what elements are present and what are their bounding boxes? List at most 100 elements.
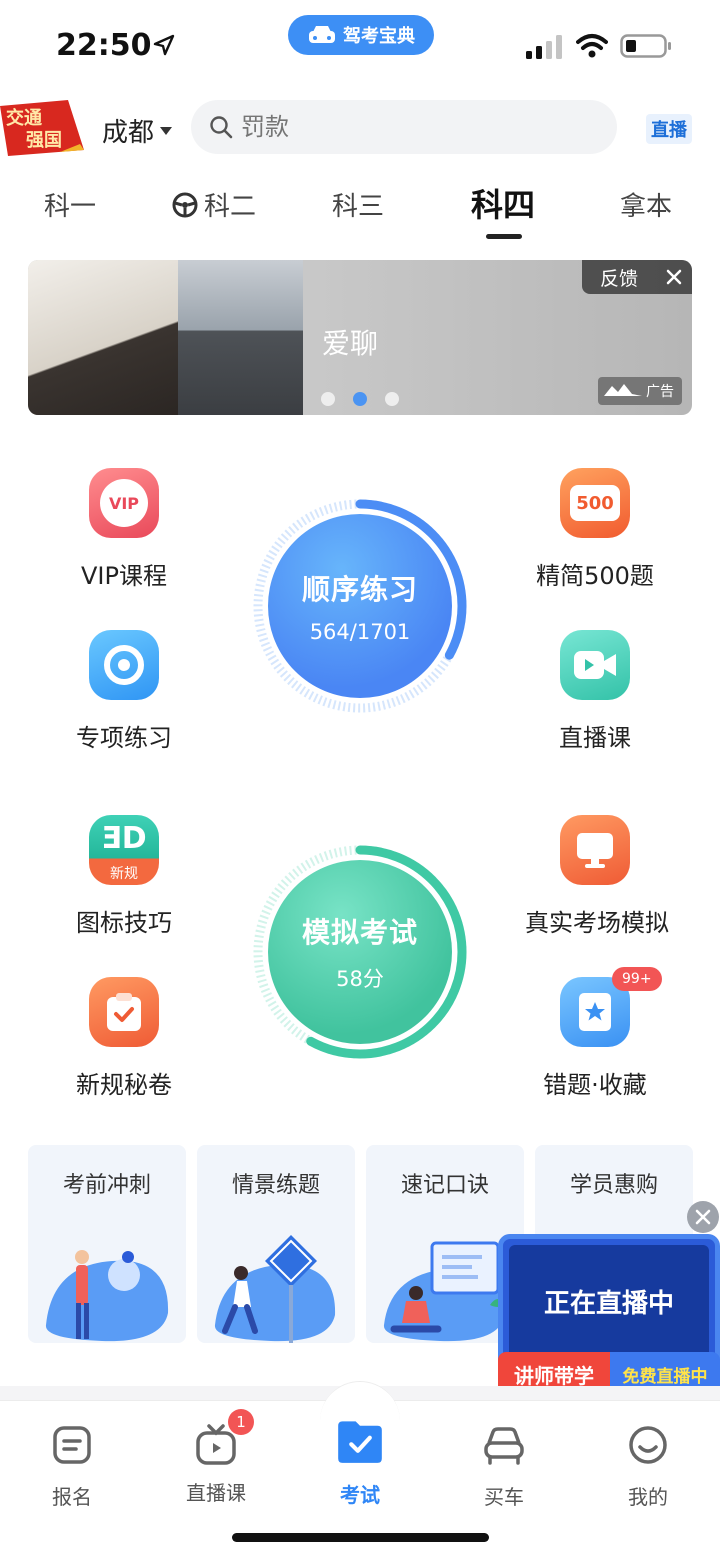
exam-core: 模拟考试 58分 xyxy=(268,860,452,1044)
city-selector[interactable]: 成都 xyxy=(102,112,173,149)
nav-label: 直播课 xyxy=(186,1481,246,1505)
nav-item-mine[interactable]: 我的 xyxy=(588,1423,708,1510)
scenario-practice-tile[interactable]: 情景练题 xyxy=(197,1145,355,1343)
car-icon xyxy=(309,26,335,43)
search-icon xyxy=(210,116,233,139)
target-icon xyxy=(89,630,159,700)
nav-label: 报名 xyxy=(52,1485,92,1509)
tab-label: 科三 xyxy=(332,192,385,222)
live-float-close-button[interactable] xyxy=(687,1201,719,1233)
status-bar: 22:50 驾考宝典 xyxy=(0,0,720,90)
practice-core: 顺序练习 564/1701 xyxy=(268,514,452,698)
wifi-icon xyxy=(576,34,608,58)
note-icon xyxy=(53,1426,91,1464)
nav-label: 考试 xyxy=(340,1483,380,1507)
tab-label: 拿本 xyxy=(620,192,673,222)
car-icon xyxy=(484,1427,524,1465)
sign-tips-icon: ƎD 新规 xyxy=(89,815,159,885)
pedestrian-sign-illustration-icon xyxy=(214,1235,336,1343)
feature-label: 新规秘卷 xyxy=(76,1071,172,1099)
pager-dot[interactable] xyxy=(385,392,399,406)
city-label: 成都 xyxy=(102,118,155,148)
mistakes-favorites-entry[interactable]: 99+ 错题·收藏 xyxy=(525,967,665,1100)
ad-network-icon xyxy=(604,384,642,396)
real-exam-sim-entry[interactable]: 真实考场模拟 xyxy=(525,815,669,938)
search-bar[interactable] xyxy=(191,100,617,154)
search-input[interactable] xyxy=(241,113,581,141)
nav-item-exam[interactable]: 考试 xyxy=(300,1421,420,1508)
live-float-widget[interactable]: 正在直播中 讲师带学 免费直播中 xyxy=(498,1234,720,1396)
pre-exam-sprint-tile[interactable]: 考前冲刺 xyxy=(28,1145,186,1343)
tab-label: 科二 xyxy=(204,192,257,222)
banner-feedback-button[interactable]: 反馈 xyxy=(582,260,692,294)
exam-title: 模拟考试 xyxy=(301,916,418,949)
exam-score-text: 58分 xyxy=(336,967,384,991)
monitor-icon xyxy=(560,815,630,885)
tile-title: 情景练题 xyxy=(231,1173,320,1198)
smile-icon xyxy=(629,1426,667,1464)
home-indicator[interactable] xyxy=(232,1533,489,1542)
live-count-badge: 1 xyxy=(228,1409,254,1435)
app-back-pill[interactable]: 驾考宝典 xyxy=(288,15,434,55)
sign-tips-entry[interactable]: ƎD 新规 图标技巧 xyxy=(54,815,194,938)
feedback-label: 反馈 xyxy=(600,267,639,290)
practice-title: 顺序练习 xyxy=(301,573,418,606)
tab-subject-2[interactable]: 科二 xyxy=(172,186,256,223)
live-entry-button[interactable]: 直播 xyxy=(646,114,692,144)
feature-label: 错题·收藏 xyxy=(543,1071,647,1099)
tab-active-indicator xyxy=(486,234,522,239)
banner-photo xyxy=(28,260,178,415)
pager-dot[interactable] xyxy=(321,392,335,406)
rocket-illustration-icon xyxy=(45,1250,169,1342)
svg-text:交通: 交通 xyxy=(6,107,42,129)
tab-subject-3[interactable]: 科三 xyxy=(332,186,384,223)
ad-banner[interactable]: 爱聊 反馈 广告 xyxy=(28,260,692,415)
app-pill-label: 驾考宝典 xyxy=(343,26,415,47)
video-camera-icon xyxy=(560,630,630,700)
vip-course-entry[interactable]: VIP VIP课程 xyxy=(54,468,194,591)
banner-pager xyxy=(321,392,399,406)
live-title: 正在直播中 xyxy=(509,1245,709,1369)
vip-icon: VIP xyxy=(89,468,159,538)
banner-text: 爱聊 xyxy=(322,327,379,360)
feature-label: 精简500题 xyxy=(536,562,654,590)
ad-label-text: 广告 xyxy=(646,384,674,400)
concise-500-entry[interactable]: 500 精简500题 xyxy=(525,468,665,591)
sequential-practice-button[interactable]: 顺序练习 564/1701 xyxy=(250,496,470,716)
secret-paper-entry[interactable]: 新规秘卷 xyxy=(54,977,194,1100)
feature-label: 专项练习 xyxy=(76,724,172,752)
close-icon[interactable] xyxy=(666,269,682,285)
caret-down-icon xyxy=(160,126,173,135)
tab-get-license[interactable]: 拿本 xyxy=(620,186,672,223)
tab-label: 科四 xyxy=(471,186,536,224)
clipboard-check-icon xyxy=(89,977,159,1047)
500-questions-icon: 500 xyxy=(560,468,630,538)
tile-title: 学员惠购 xyxy=(569,1173,658,1198)
tab-subject-1[interactable]: 科一 xyxy=(44,186,96,223)
mock-exam-button[interactable]: 模拟考试 58分 xyxy=(250,842,470,1062)
subject-tabs: 科一 科二 科三 科四 拿本 xyxy=(0,180,720,240)
special-practice-entry[interactable]: 专项练习 xyxy=(54,630,194,753)
live-course-entry[interactable]: 直播课 xyxy=(525,630,665,753)
tile-title: 考前冲刺 xyxy=(62,1173,151,1198)
cellular-signal-icon xyxy=(526,35,562,59)
feature-label: VIP课程 xyxy=(81,562,167,590)
nav-item-live[interactable]: 1 直播课 xyxy=(156,1409,276,1506)
svg-text:强国: 强国 xyxy=(26,130,62,151)
traffic-power-badge-icon[interactable]: 交通 强国 xyxy=(0,100,84,156)
study-illustration-icon xyxy=(383,1241,506,1342)
feature-label: 直播课 xyxy=(559,724,631,752)
nav-item-signup[interactable]: 报名 xyxy=(12,1423,132,1510)
pager-dot-active[interactable] xyxy=(353,392,367,406)
banner-photo xyxy=(178,260,303,415)
folder-check-icon xyxy=(338,1421,382,1463)
tile-title: 速记口诀 xyxy=(400,1173,489,1198)
tab-label: 科一 xyxy=(44,192,97,222)
nav-label: 买车 xyxy=(484,1485,524,1509)
ad-label: 广告 xyxy=(598,377,682,405)
nav-item-buy-car[interactable]: 买车 xyxy=(444,1423,564,1510)
practice-progress-text: 564/1701 xyxy=(309,620,411,644)
close-icon xyxy=(695,1209,711,1225)
tab-subject-4[interactable]: 科四 xyxy=(471,180,535,226)
feature-label: 真实考场模拟 xyxy=(525,909,669,937)
